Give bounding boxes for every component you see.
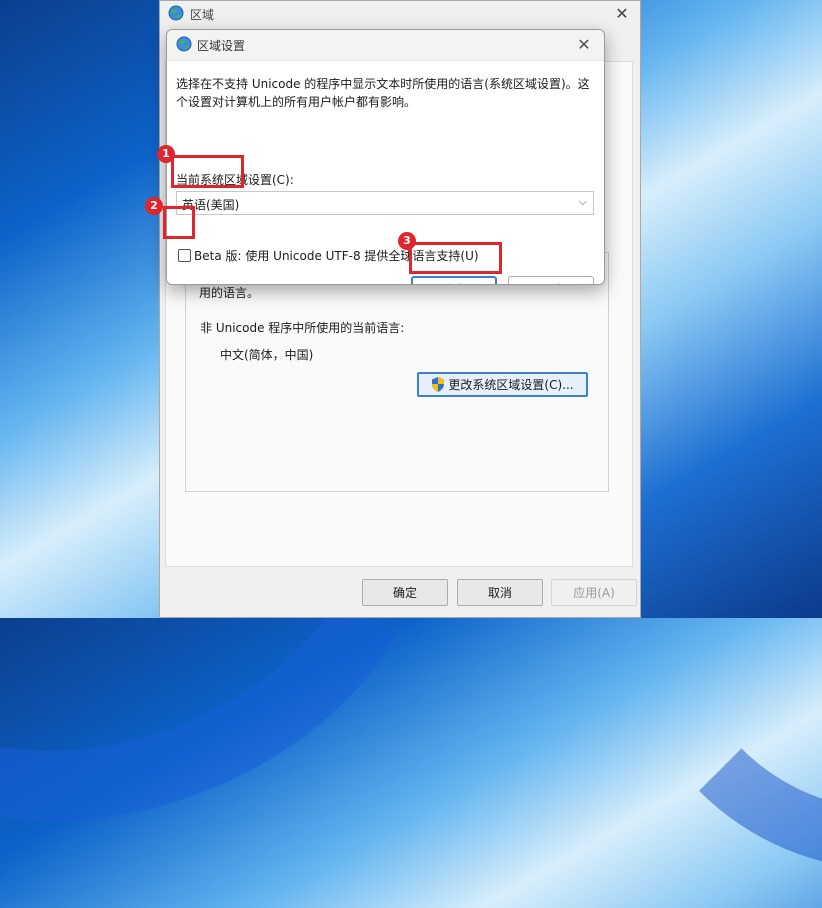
utf8-beta-checkbox[interactable] xyxy=(178,249,191,262)
close-icon[interactable]: ✕ xyxy=(610,3,634,25)
step-badge-1: 1 xyxy=(157,145,175,163)
system-locale-select[interactable]: 英语(美国) ⌵ xyxy=(176,191,594,215)
dialog-ok-button[interactable]: 确定 xyxy=(411,276,497,284)
dialog-titlebar: 区域设置 ✕ xyxy=(167,30,604,60)
chevron-down-icon: ⌵ xyxy=(578,195,587,208)
change-system-locale-button[interactable]: 更改系统区域设置(C)... xyxy=(417,372,588,397)
dialog-cancel-button[interactable]: 取消 xyxy=(508,276,594,284)
globe-icon xyxy=(176,36,192,52)
shield-icon xyxy=(432,377,445,392)
dialog-description: 选择在不支持 Unicode 的程序中显示文本时所使用的语言(系统区域设置)。这… xyxy=(176,77,590,109)
close-icon[interactable]: ✕ xyxy=(572,34,596,56)
partial-description: 用的语言。 xyxy=(199,286,260,300)
window-titlebar: 区域 ✕ xyxy=(160,1,640,27)
window-title: 区域 xyxy=(190,8,215,22)
change-system-locale-label: 更改系统区域设置(C)... xyxy=(448,378,574,392)
highlight-utf8-checkbox xyxy=(163,206,195,239)
step-badge-2: 2 xyxy=(145,197,163,215)
non-unicode-label: 非 Unicode 程序中所使用的当前语言: xyxy=(200,321,405,335)
apply-button[interactable]: 应用(A) xyxy=(551,579,637,606)
globe-icon xyxy=(168,5,184,21)
cancel-button[interactable]: 取消 xyxy=(457,579,543,606)
highlight-ok-button xyxy=(409,242,502,274)
highlight-locale-select xyxy=(171,155,244,188)
step-badge-3: 3 xyxy=(398,232,416,250)
dialog-title: 区域设置 xyxy=(197,39,246,53)
current-language-value: 中文(简体，中国) xyxy=(220,348,314,362)
ok-button[interactable]: 确定 xyxy=(362,579,448,606)
